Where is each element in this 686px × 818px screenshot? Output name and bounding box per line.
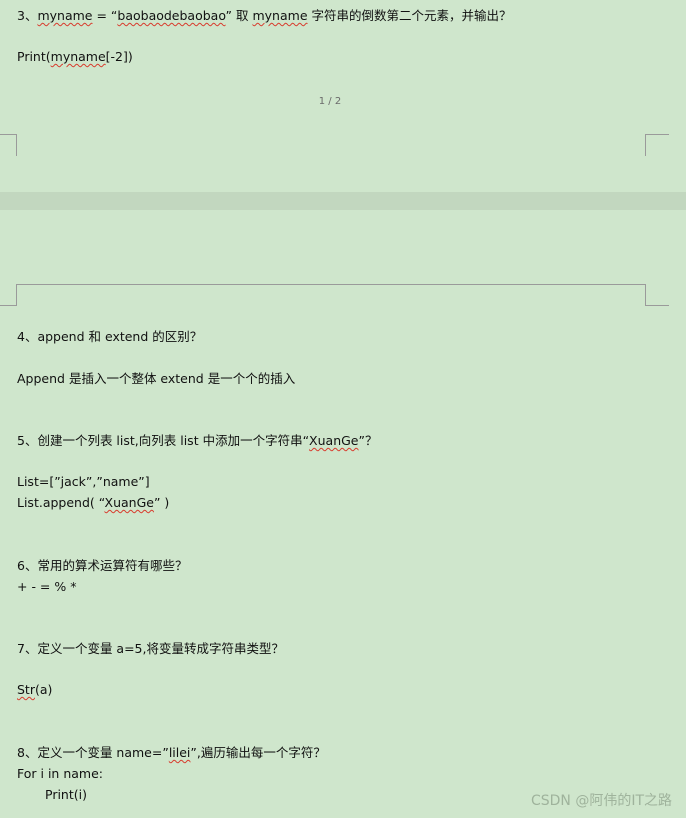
answer-8-line-2: Print(i): [45, 787, 87, 802]
corner-mark-bottom-left-h: [0, 134, 16, 136]
answer-6: + - = % *: [17, 579, 77, 594]
a7-str: Str: [17, 682, 35, 697]
a5-word: XuanGe: [104, 495, 154, 510]
question-6: 6、常用的算术运算符有哪些？: [17, 558, 188, 573]
a5-prefix: List.append( “: [17, 495, 105, 510]
q3-var-myname: myname: [37, 8, 93, 23]
answer-4: Append 是插入一个整体 extend 是一个个的插入: [17, 371, 296, 386]
q3-equals: =: [92, 8, 111, 23]
q3-number: 3、: [17, 8, 38, 23]
q3-var-myname-2: myname: [252, 8, 308, 23]
q5-end: ”？: [358, 433, 378, 448]
question-7: 7、定义一个变量 a=5,将变量转成字符串类型？: [17, 641, 284, 656]
q3-string: baobaodebaobao: [117, 8, 226, 23]
page-2-top-margin-line: [16, 284, 645, 285]
answer-3: Print(myname[-2]): [17, 49, 133, 65]
q8-end: ”,遍历输出每一个字符？: [190, 745, 326, 760]
q3-rest: 字符串的倒数第二个元素，并输出？: [307, 8, 512, 23]
corner-mark-bottom-left: [16, 134, 18, 156]
corner-mark-bottom-right: [645, 134, 647, 156]
page-separator: [0, 192, 686, 210]
a3-print: Print(: [17, 49, 51, 64]
answer-7: Str(a): [17, 682, 52, 698]
a3-index: [-2]): [105, 49, 133, 64]
document-page-1: 3、myname = “baobaodebaobao” 取 myname 字符串…: [0, 0, 686, 192]
question-3: 3、myname = “baobaodebaobao” 取 myname 字符串…: [17, 8, 512, 24]
answer-5-line-1: List=[”jack”,”name”]: [17, 474, 150, 489]
page-number: 1 / 2: [318, 96, 342, 107]
corner-mark-top-left: [16, 284, 18, 306]
a5-end: ” ): [153, 495, 170, 510]
q5-word: XuanGe: [309, 433, 359, 448]
corner-mark-bottom-right-h: [645, 134, 669, 136]
corner-mark-top-right: [645, 284, 647, 306]
a3-var: myname: [50, 49, 106, 64]
answer-8-line-1: For i in name:: [17, 766, 103, 781]
question-8: 8、定义一个变量 name=”lilei”,遍历输出每一个字符？: [17, 745, 326, 761]
q8-text: 8、定义一个变量 name=”: [17, 745, 169, 760]
question-5: 5、创建一个列表 list,向列表 list 中添加一个字符串“XuanGe”？: [17, 433, 377, 449]
q5-text: 5、创建一个列表 list,向列表 list 中添加一个字符串“: [17, 433, 310, 448]
corner-mark-top-right-h: [645, 305, 669, 307]
question-4: 4、append 和 extend 的区别？: [17, 329, 203, 344]
csdn-watermark: CSDN @阿伟的IT之路: [530, 793, 672, 809]
q8-word: lilei: [168, 745, 191, 760]
corner-mark-top-left-h: [0, 305, 16, 307]
a7-rest: (a): [34, 682, 53, 697]
q3-take: 取: [232, 8, 253, 23]
answer-5-line-2: List.append( “XuanGe” ): [17, 495, 169, 511]
